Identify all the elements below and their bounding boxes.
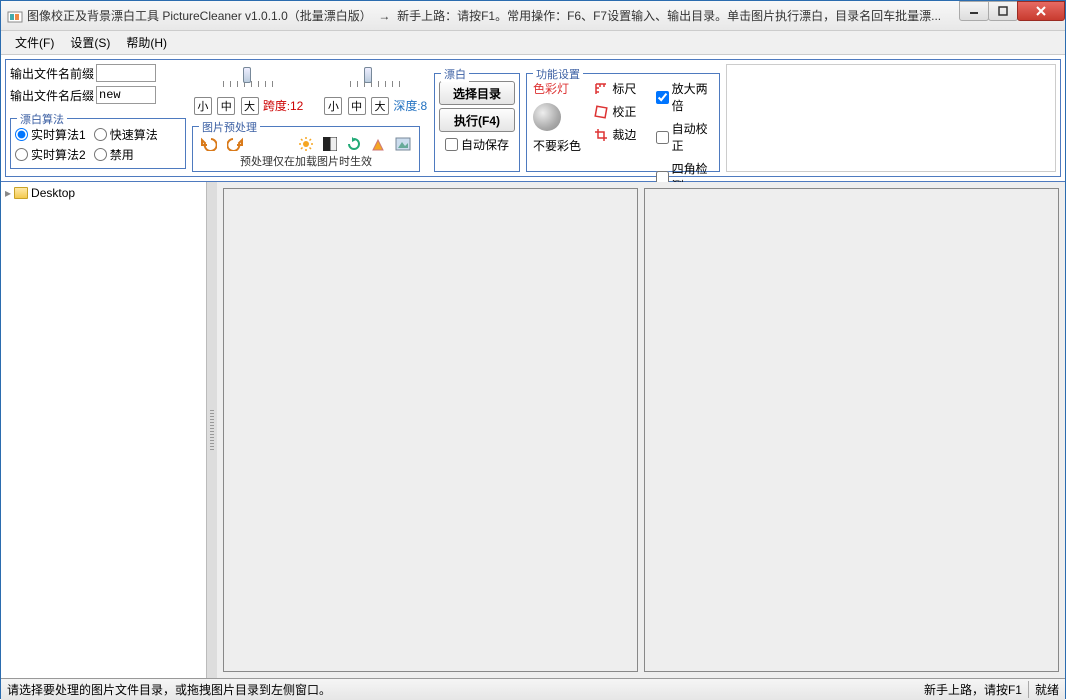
close-button[interactable]	[1017, 1, 1065, 21]
expand-icon[interactable]: ▸	[5, 186, 11, 200]
radio-realtime2[interactable]: 实时算法2	[15, 146, 86, 163]
preprocess-group: 图片预处理 预处理仅在加载图片时生效	[192, 126, 420, 172]
correct-icon	[594, 105, 608, 119]
sliders-row: 小 中 大 跨度:12 小 中 大 深度:8	[192, 64, 428, 115]
select-directory-button[interactable]: 选择目录	[439, 81, 515, 105]
zoom-2x-checkbox[interactable]: 放大两倍	[656, 80, 713, 114]
depth-slider[interactable]	[350, 69, 400, 95]
radio-disabled[interactable]: 禁用	[94, 146, 134, 163]
suffix-input[interactable]	[96, 86, 156, 104]
range-large-button[interactable]: 大	[241, 97, 259, 115]
auto-save-label: 自动保存	[461, 136, 509, 153]
radio-realtime1[interactable]: 实时算法1	[15, 126, 86, 143]
depth-small-button[interactable]: 小	[324, 97, 342, 115]
crop-icon	[594, 128, 608, 142]
undo-icon[interactable]	[201, 137, 217, 151]
menu-help[interactable]: 帮助(H)	[118, 32, 175, 53]
contrast-icon[interactable]	[323, 137, 337, 151]
suffix-label: 输出文件名后缀	[10, 87, 94, 104]
range-slider-block: 小 中 大 跨度:12	[193, 69, 303, 115]
range-slider[interactable]	[223, 69, 273, 95]
folder-icon	[14, 187, 28, 199]
range-small-button[interactable]: 小	[194, 97, 212, 115]
depth-slider-block: 小 中 大 深度:8	[323, 69, 427, 115]
preprocess-legend: 图片预处理	[199, 119, 260, 135]
auto-save-checkbox[interactable]	[445, 138, 458, 151]
ruler-row[interactable]: 标尺	[594, 80, 651, 97]
toolbar-spacer	[726, 64, 1056, 172]
color-light-row: 色彩灯	[533, 80, 590, 97]
window-title: 图像校正及背景漂白工具 PictureCleaner v1.0.1.0（批量漂白…	[27, 7, 1065, 24]
depth-mid-button[interactable]: 中	[348, 97, 366, 115]
brightness-icon[interactable]	[299, 137, 313, 151]
no-color-row: 不要彩色	[533, 137, 590, 154]
range-mid-button[interactable]: 中	[217, 97, 235, 115]
crop-row[interactable]: 裁边	[594, 126, 651, 143]
output-suffix-row: 输出文件名后缀	[10, 86, 186, 104]
output-prefix-row: 输出文件名前缀	[10, 64, 186, 82]
status-left: 请选择要处理的图片文件目录，或拖拽图片目录到左侧窗口。	[7, 681, 331, 698]
maximize-button[interactable]	[988, 1, 1018, 21]
statusbar: 请选择要处理的图片文件目录，或拖拽图片目录到左侧窗口。 新手上路，请按F1 就绪	[1, 678, 1065, 700]
titlebar: 图像校正及背景漂白工具 PictureCleaner v1.0.1.0（批量漂白…	[1, 1, 1065, 31]
depth-value-label: 深度:8	[393, 101, 427, 113]
correct-row[interactable]: 校正	[594, 103, 651, 120]
content-area: ▸ Desktop	[1, 181, 1065, 678]
color-sphere[interactable]	[533, 103, 590, 131]
app-icon	[7, 8, 23, 24]
menu-settings[interactable]: 设置(S)	[62, 32, 118, 53]
folder-tree[interactable]: ▸ Desktop	[1, 182, 207, 678]
toolbar: 输出文件名前缀 输出文件名后缀 漂白算法 实时算法1 快速算法 实时算法2 禁用	[5, 59, 1061, 177]
tree-item-label: Desktop	[31, 186, 75, 200]
range-value-label: 跨度:12	[263, 101, 303, 113]
preprocess-hint: 预处理仅在加载图片时生效	[197, 153, 415, 169]
preview-left[interactable]	[223, 188, 638, 672]
function-group: 功能设置 色彩灯 不要彩色 标尺 校正 裁边 放大两倍 自动校正	[526, 73, 720, 172]
ruler-icon	[594, 82, 608, 96]
rotate-icon[interactable]	[347, 137, 361, 151]
menu-file[interactable]: 文件(F)	[7, 32, 62, 53]
redo-icon[interactable]	[227, 137, 243, 151]
flag-icon[interactable]	[371, 137, 385, 151]
function-legend: 功能设置	[533, 66, 583, 82]
toolbar-col-file-algo: 输出文件名前缀 输出文件名后缀 漂白算法 实时算法1 快速算法 实时算法2 禁用	[10, 64, 186, 172]
execute-button[interactable]: 执行(F4)	[439, 108, 515, 132]
toolbar-col-sliders: 小 中 大 跨度:12 小 中 大 深度:8 图片预	[192, 64, 428, 172]
algorithm-group: 漂白算法 实时算法1 快速算法 实时算法2 禁用	[10, 118, 186, 169]
preview-right[interactable]	[644, 188, 1059, 672]
algorithm-legend: 漂白算法	[17, 111, 67, 127]
splitter[interactable]	[207, 182, 217, 678]
prefix-input[interactable]	[96, 64, 156, 82]
picture-icon[interactable]	[395, 137, 411, 151]
window-controls	[960, 1, 1065, 21]
preview-area	[217, 182, 1065, 678]
radio-fast[interactable]: 快速算法	[94, 126, 158, 143]
bleach-group: 漂白 选择目录 执行(F4) 自动保存	[434, 73, 520, 172]
depth-large-button[interactable]: 大	[371, 97, 389, 115]
minimize-button[interactable]	[959, 1, 989, 21]
prefix-label: 输出文件名前缀	[10, 65, 94, 82]
menubar: 文件(F) 设置(S) 帮助(H)	[1, 31, 1065, 55]
status-ready: 就绪	[1028, 681, 1059, 698]
tree-item-desktop[interactable]: ▸ Desktop	[5, 186, 202, 200]
bleach-legend: 漂白	[441, 66, 469, 82]
status-hint: 新手上路，请按F1	[924, 681, 1022, 698]
auto-correct-checkbox[interactable]: 自动校正	[656, 120, 713, 154]
